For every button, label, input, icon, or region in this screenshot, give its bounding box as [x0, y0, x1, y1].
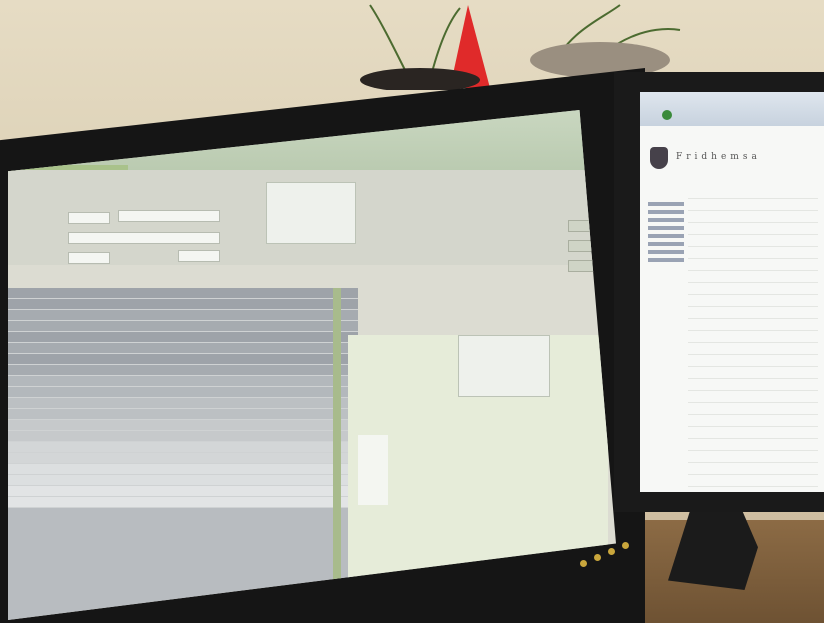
sidebar-link[interactable] [648, 234, 684, 238]
list-item[interactable] [688, 223, 818, 235]
table-row[interactable] [8, 497, 358, 508]
list-item[interactable] [688, 355, 818, 367]
form-field[interactable] [68, 232, 220, 244]
site-crest-icon [650, 147, 668, 169]
sidebar-link[interactable] [648, 242, 684, 246]
table-row[interactable] [8, 354, 358, 365]
list-item[interactable] [688, 379, 818, 391]
monitor-button[interactable] [622, 542, 629, 549]
list-item[interactable] [688, 259, 818, 271]
app-form-area [8, 170, 608, 265]
table-row[interactable] [8, 321, 358, 332]
table-row[interactable] [8, 431, 358, 442]
list-item[interactable] [688, 403, 818, 415]
site-sidebar [648, 202, 684, 282]
form-field[interactable] [178, 250, 220, 262]
list-item[interactable] [688, 235, 818, 247]
list-item[interactable] [688, 307, 818, 319]
site-list [688, 187, 818, 487]
list-item[interactable] [688, 187, 818, 199]
sidebar-link[interactable] [648, 250, 684, 254]
memo-box-top[interactable] [266, 182, 356, 244]
monitor-button[interactable] [580, 560, 587, 567]
grid-scrollbar[interactable] [333, 288, 341, 620]
list-item[interactable] [688, 451, 818, 463]
detail-list[interactable] [358, 435, 388, 505]
site-title: Fridhemsa [676, 152, 761, 162]
list-item[interactable] [688, 319, 818, 331]
table-row[interactable] [8, 464, 358, 475]
table-row[interactable] [8, 475, 358, 486]
list-item[interactable] [688, 283, 818, 295]
table-row[interactable] [8, 310, 358, 321]
table-row[interactable] [8, 299, 358, 310]
table-row[interactable] [8, 343, 358, 354]
list-item[interactable] [688, 199, 818, 211]
list-item[interactable] [688, 331, 818, 343]
left-monitor-screen [8, 110, 616, 620]
table-row[interactable] [8, 486, 358, 497]
sidebar-link[interactable] [648, 202, 684, 206]
table-row[interactable] [8, 453, 358, 464]
sidebar-link[interactable] [648, 226, 684, 230]
monitor-button[interactable] [608, 548, 615, 555]
browser-toolbar[interactable] [640, 92, 824, 126]
table-row[interactable] [8, 442, 358, 453]
table-row[interactable] [8, 332, 358, 343]
form-field[interactable] [68, 252, 110, 264]
monitor-button[interactable] [594, 554, 601, 561]
sidebar-link[interactable] [648, 210, 684, 214]
list-item[interactable] [688, 295, 818, 307]
list-item[interactable] [688, 391, 818, 403]
table-row[interactable] [8, 376, 358, 387]
list-item[interactable] [688, 415, 818, 427]
list-item[interactable] [688, 475, 818, 487]
sidebar-link[interactable] [648, 218, 684, 222]
table-row[interactable] [8, 365, 358, 376]
list-item[interactable] [688, 343, 818, 355]
table-row[interactable] [8, 398, 358, 409]
list-item[interactable] [688, 427, 818, 439]
list-item[interactable] [688, 247, 818, 259]
list-item[interactable] [688, 463, 818, 475]
right-monitor-screen: Fridhemsa [640, 92, 824, 492]
list-item[interactable] [688, 367, 818, 379]
form-field[interactable] [118, 210, 220, 222]
back-icon[interactable] [662, 110, 672, 120]
form-field[interactable] [68, 212, 110, 224]
sidebar-link[interactable] [648, 258, 684, 262]
table-row[interactable] [8, 420, 358, 431]
table-row[interactable] [8, 409, 358, 420]
memo-box-bottom[interactable] [458, 335, 550, 397]
list-item[interactable] [688, 271, 818, 283]
table-row[interactable] [8, 288, 358, 299]
list-item[interactable] [688, 211, 818, 223]
table-row[interactable] [8, 387, 358, 398]
results-grid [8, 288, 358, 620]
list-item[interactable] [688, 439, 818, 451]
